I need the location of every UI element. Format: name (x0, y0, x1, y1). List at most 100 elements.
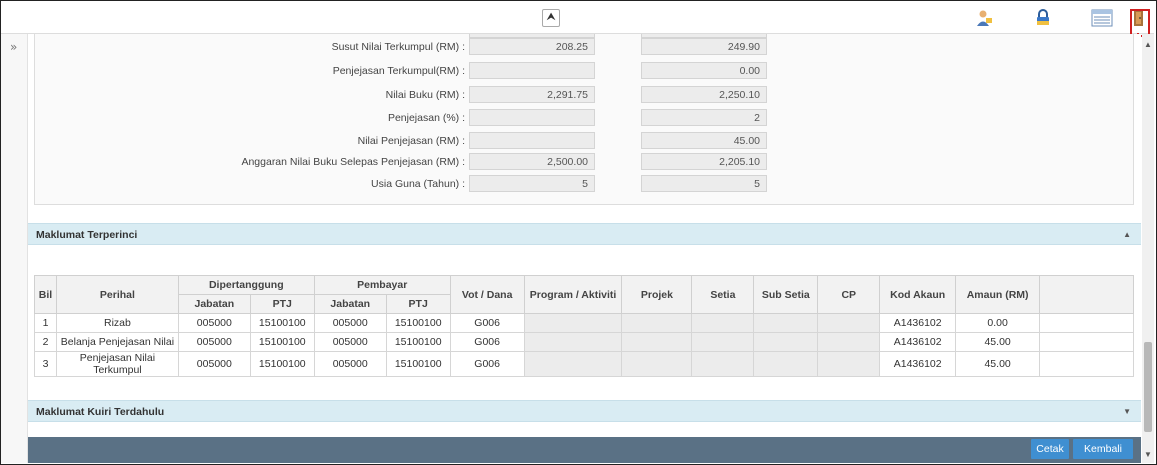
cell-bil: 2 (34, 332, 57, 352)
cell-kod: A1436102 (879, 313, 957, 333)
col-header-subsetia: Sub Setia (753, 275, 819, 314)
scroll-down-icon[interactable]: ▼ (1144, 450, 1152, 459)
col-header-vot: Vot / Dana (449, 275, 525, 314)
cell-subsetia (753, 313, 819, 333)
col-header-projek: Projek (621, 275, 693, 314)
col-header-dipertanggung: Dipertanggung (177, 275, 315, 295)
lock-icon[interactable] (1034, 9, 1052, 27)
field-value: 2,250.10 (641, 86, 767, 103)
field-value: 5 (469, 175, 595, 192)
cell-amaun: 0.00 (955, 313, 1041, 333)
field-value: 0.00 (641, 62, 767, 79)
cell-vot: G006 (449, 332, 525, 352)
cell-bil: 3 (34, 351, 57, 377)
cell-jabatan: 005000 (313, 351, 387, 377)
cell-spacer (1039, 332, 1134, 352)
user-support-icon[interactable] (975, 9, 993, 27)
cell-perihal: Penjejasan Nilai Terkumpul (55, 351, 179, 377)
footer-action-bar (28, 437, 1141, 463)
section-title: Maklumat Kuiri Terdahulu (36, 406, 165, 418)
cell-jabatan: 005000 (177, 313, 251, 333)
col-header-setia: Setia (691, 275, 755, 314)
cell-setia (691, 332, 755, 352)
cell-amaun: 45.00 (955, 332, 1041, 352)
section-header-history[interactable]: Maklumat Kuiri Terdahulu ▼ (28, 400, 1141, 422)
scrollbar-thumb[interactable] (1144, 342, 1152, 432)
cell-perihal: Belanja Penjejasan Nilai (55, 332, 179, 352)
col-header-program: Program / Aktiviti (523, 275, 623, 314)
field-value (469, 62, 595, 79)
scroll-up-icon[interactable]: ▲ (1144, 40, 1152, 49)
section-header-details[interactable]: Maklumat Terperinci ▲ (28, 223, 1141, 245)
cell-vot: G006 (449, 351, 525, 377)
left-sidebar-collapsed: » (1, 34, 28, 463)
col-header-spacer (1039, 275, 1134, 314)
col-header-jabatan: Jabatan (177, 294, 251, 314)
cell-projek (621, 351, 693, 377)
field-value: 2,291.75 (469, 86, 595, 103)
top-toolbar: ⮝ (1, 1, 1154, 34)
cell-jabatan: 005000 (177, 332, 251, 352)
cell-bil: 1 (34, 313, 57, 333)
cell-projek (621, 313, 693, 333)
table-row: 3 Penjejasan Nilai Terkumpul 005000 1510… (34, 351, 1134, 377)
cell-jabatan: 005000 (313, 313, 387, 333)
cell-setia (691, 351, 755, 377)
cell-subsetia (753, 332, 819, 352)
field-label: Nilai Buku (RM) : (385, 89, 465, 101)
cell-ptj: 15100100 (249, 332, 315, 352)
cell-cp (817, 313, 881, 333)
col-header-jabatan: Jabatan (313, 294, 387, 314)
cell-kod: A1436102 (879, 351, 957, 377)
asset-value-panel: Susut Nilai Terkumpul (RM) : 208.25 249.… (34, 34, 1134, 205)
table-row: 1 Rizab 005000 15100100 005000 15100100 … (34, 313, 1134, 333)
collapse-section-icon[interactable]: ▲ (1123, 224, 1131, 246)
field-label: Anggaran Nilai Buku Selepas Penjejasan (… (241, 156, 465, 168)
cell-program (523, 313, 623, 333)
field-value: 208.25 (469, 38, 595, 55)
cell-spacer (1039, 351, 1134, 377)
collapse-header-button[interactable]: ⮝ (542, 9, 560, 27)
details-table: Bil Perihal Dipertanggung Pembayar Vot /… (34, 275, 1134, 377)
field-label: Penjejasan (%) : (387, 112, 465, 124)
print-button[interactable]: Cetak (1031, 439, 1069, 459)
cell-ptj: 15100100 (249, 351, 315, 377)
cell-subsetia (753, 351, 819, 377)
table-row: 2 Belanja Penjejasan Nilai 005000 151001… (34, 332, 1134, 352)
cell-setia (691, 313, 755, 333)
cell-ptj: 15100100 (385, 332, 451, 352)
field-value (469, 109, 595, 126)
col-header-cp: CP (817, 275, 881, 314)
col-header-amaun: Amaun (RM) (955, 275, 1041, 314)
cell-projek (621, 332, 693, 352)
col-header-perihal: Perihal (55, 275, 179, 314)
field-label: Susut Nilai Terkumpul (RM) : (331, 41, 465, 53)
col-header-pembayar: Pembayar (313, 275, 451, 295)
field-value: 2 (641, 109, 767, 126)
expand-section-icon[interactable]: ▼ (1123, 401, 1131, 423)
cell-ptj: 15100100 (385, 351, 451, 377)
cell-cp (817, 351, 881, 377)
cell-cp (817, 332, 881, 352)
field-value (469, 132, 595, 149)
cell-ptj: 15100100 (249, 313, 315, 333)
field-value: 5 (641, 175, 767, 192)
exit-highlight-box (1130, 9, 1150, 37)
cell-ptj: 15100100 (385, 313, 451, 333)
cell-program (523, 351, 623, 377)
field-label: Usia Guna (Tahun) : (371, 178, 465, 190)
expand-sidebar-icon[interactable]: » (10, 40, 17, 54)
back-button[interactable]: Kembali (1073, 439, 1133, 459)
field-label: Nilai Penjejasan (RM) : (357, 135, 465, 147)
col-header-bil: Bil (34, 275, 57, 314)
cell-spacer (1039, 313, 1134, 333)
cell-amaun: 45.00 (955, 351, 1041, 377)
cell-perihal: Rizab (55, 313, 179, 333)
cell-vot: G006 (449, 313, 525, 333)
col-header-ptj: PTJ (249, 294, 315, 314)
section-title: Maklumat Terperinci (36, 229, 138, 241)
cell-jabatan: 005000 (177, 351, 251, 377)
vertical-scrollbar[interactable]: ▲ ▼ (1142, 34, 1154, 463)
field-value: 45.00 (641, 132, 767, 149)
table-view-icon[interactable] (1091, 9, 1113, 27)
